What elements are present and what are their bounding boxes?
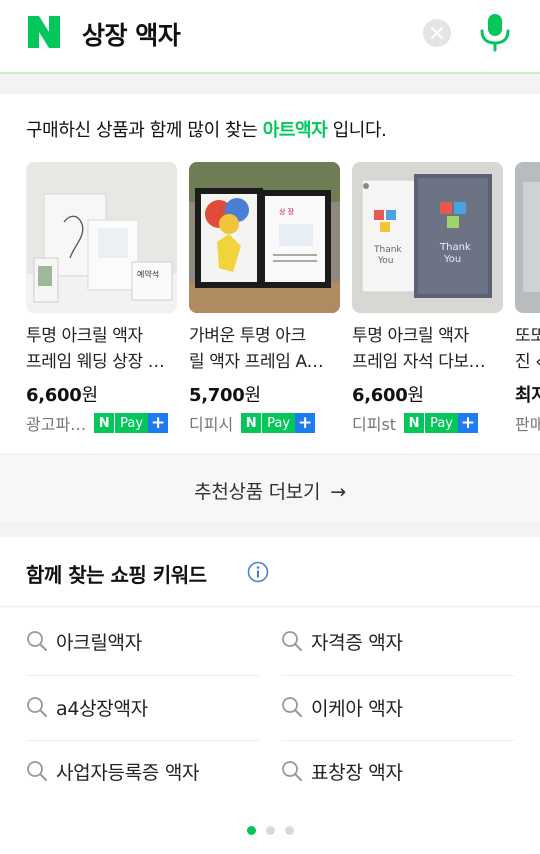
product-card[interactable]: 또또 진 ‹ 최저 판매 [515, 162, 540, 434]
search-header: 상장 액자 [0, 0, 540, 74]
product-name-line2: 프레임 웨딩 상장 … [26, 352, 165, 372]
product-seller-row: 디피st N Pay + [352, 411, 504, 434]
svg-text:예약석: 예약석 [137, 269, 159, 279]
npay-pay-label: Pay [261, 413, 296, 433]
product-name-line1: 투명 아크릴 액자 [352, 326, 469, 346]
page-dot-active[interactable] [246, 826, 256, 835]
price-value: 6,600 [26, 385, 82, 406]
keywords-title: 함께 찾는 쇼핑 키워드 [26, 563, 207, 587]
keyword-label: a4상장액자 [56, 697, 148, 720]
npay-n-icon: N [94, 413, 115, 433]
price-currency: 원 [407, 385, 424, 406]
price-value: 5,700 [189, 385, 245, 406]
keyword-label: 이케아 액자 [311, 697, 403, 720]
clear-search-button[interactable] [423, 19, 451, 47]
npay-plus-icon: + [457, 413, 478, 433]
keyword-item[interactable]: 이케아 액자 [281, 675, 403, 739]
close-icon [431, 27, 443, 39]
product-name[interactable]: 투명 아크릴 액자 프레임 자석 다보… [352, 323, 504, 375]
microphone-icon[interactable] [478, 12, 512, 52]
svg-text:상 장: 상 장 [279, 207, 295, 216]
product-name-line1: 가벼운 투명 아크 [189, 326, 306, 346]
naver-logo-icon[interactable] [26, 14, 62, 50]
seller-name[interactable]: 판매 [515, 411, 540, 434]
product-image[interactable]: 예약석 [26, 162, 177, 313]
page-dot[interactable] [284, 826, 294, 835]
product-price: 6,600원 [352, 381, 504, 407]
recommend-title: 구매하신 상품과 함께 많이 찾는 아트액자 입니다. [26, 116, 387, 142]
search-icon [282, 761, 302, 781]
product-card[interactable]: Thank You Thank You 투명 아크릴 액자 프레임 자석 다보…… [352, 162, 504, 434]
price-value: 최저 [515, 385, 540, 406]
info-icon[interactable] [247, 561, 269, 583]
search-query[interactable]: 상장 액자 [82, 16, 181, 52]
page-dot[interactable] [265, 826, 275, 835]
product-seller-row: 판매 [515, 411, 540, 434]
more-recommendations-label: 추천상품 더보기 → [0, 477, 540, 504]
product-name-line2: 릴 액자 프레임 A… [189, 352, 324, 372]
npay-plus-icon: + [148, 413, 169, 433]
arrow-right-icon: → [330, 481, 346, 503]
search-icon [282, 697, 302, 717]
product-seller-row: 광고파… N Pay + [26, 411, 178, 434]
npay-n-icon: N [241, 413, 262, 433]
keyword-label: 아크릴액자 [56, 631, 142, 654]
seller-name[interactable]: 광고파… [26, 411, 86, 434]
keyword-item[interactable]: 표창장 액자 [281, 739, 403, 803]
recommend-keyword[interactable]: 아트액자 [263, 120, 328, 141]
keyword-item[interactable]: a4상장액자 [26, 675, 148, 739]
svg-text:You: You [377, 256, 394, 266]
price-currency: 원 [81, 385, 98, 406]
product-price: 5,700원 [189, 381, 341, 407]
divider [0, 606, 540, 607]
keyword-label: 사업자등록증 액자 [56, 761, 200, 784]
keyword-label: 표창장 액자 [311, 761, 403, 784]
product-card[interactable]: 예약석 투명 아크릴 액자 프레임 웨딩 상장 … 6,600원 광고파… N … [26, 162, 178, 434]
npay-n-icon: N [404, 413, 425, 433]
recommended-products-section: 구매하신 상품과 함께 많이 찾는 아트액자 입니다. 예약석 투명 아크릴 액… [0, 94, 540, 522]
search-icon [27, 631, 47, 651]
pagination-dots [0, 820, 540, 839]
price-value: 6,600 [352, 385, 408, 406]
recommend-title-prefix: 구매하신 상품과 함께 많이 찾는 [26, 120, 263, 141]
seller-name[interactable]: 디피st [352, 411, 396, 434]
product-seller-row: 디피시 N Pay + [189, 411, 341, 434]
seller-name[interactable]: 디피시 [189, 411, 233, 434]
product-name-line2: 진 ‹ [515, 352, 540, 372]
keyword-item[interactable]: 아크릴액자 [26, 609, 142, 673]
more-label-text: 추천상품 더보기 [194, 481, 321, 503]
npay-badge: N Pay + [94, 413, 169, 433]
product-name-line1: 투명 아크릴 액자 [26, 326, 143, 346]
product-name[interactable]: 가벼운 투명 아크 릴 액자 프레임 A… [189, 323, 341, 375]
product-image[interactable]: 상 장 [189, 162, 340, 313]
product-name-line1: 또또 [515, 326, 540, 346]
npay-badge: N Pay + [404, 413, 478, 433]
svg-text:Thank: Thank [439, 242, 471, 253]
product-carousel[interactable]: 예약석 투명 아크릴 액자 프레임 웨딩 상장 … 6,600원 광고파… N … [0, 162, 540, 434]
product-price: 6,600원 [26, 381, 178, 407]
product-price: 최저 [515, 381, 540, 407]
keyword-item[interactable]: 사업자등록증 액자 [26, 739, 199, 803]
search-icon [282, 631, 302, 651]
svg-text:You: You [443, 254, 461, 265]
recommend-title-suffix: 입니다. [327, 120, 387, 141]
npay-plus-icon: + [295, 413, 316, 433]
more-recommendations-button[interactable]: 추천상품 더보기 → [0, 454, 540, 522]
product-name[interactable]: 또또 진 ‹ [515, 323, 540, 375]
search-icon [27, 761, 47, 781]
shopping-keywords-section: 함께 찾는 쇼핑 키워드 아크릴액자 자격증 액자 a4상장액자 이케아 액자 … [0, 537, 540, 854]
npay-pay-label: Pay [424, 413, 458, 433]
npay-badge: N Pay + [241, 413, 316, 433]
product-image[interactable] [515, 162, 540, 313]
keyword-label: 자격증 액자 [311, 631, 403, 654]
price-currency: 원 [244, 385, 261, 406]
product-name-line2: 프레임 자석 다보… [352, 352, 486, 372]
keyword-item[interactable]: 자격증 액자 [281, 609, 403, 673]
product-card[interactable]: 상 장 가벼운 투명 아크 릴 액자 프레임 A… 5,700원 디피시 N P… [189, 162, 341, 434]
search-icon [27, 697, 47, 717]
product-name[interactable]: 투명 아크릴 액자 프레임 웨딩 상장 … [26, 323, 178, 375]
npay-pay-label: Pay [114, 413, 149, 433]
product-image[interactable]: Thank You Thank You [352, 162, 503, 313]
svg-text:Thank: Thank [373, 245, 402, 255]
